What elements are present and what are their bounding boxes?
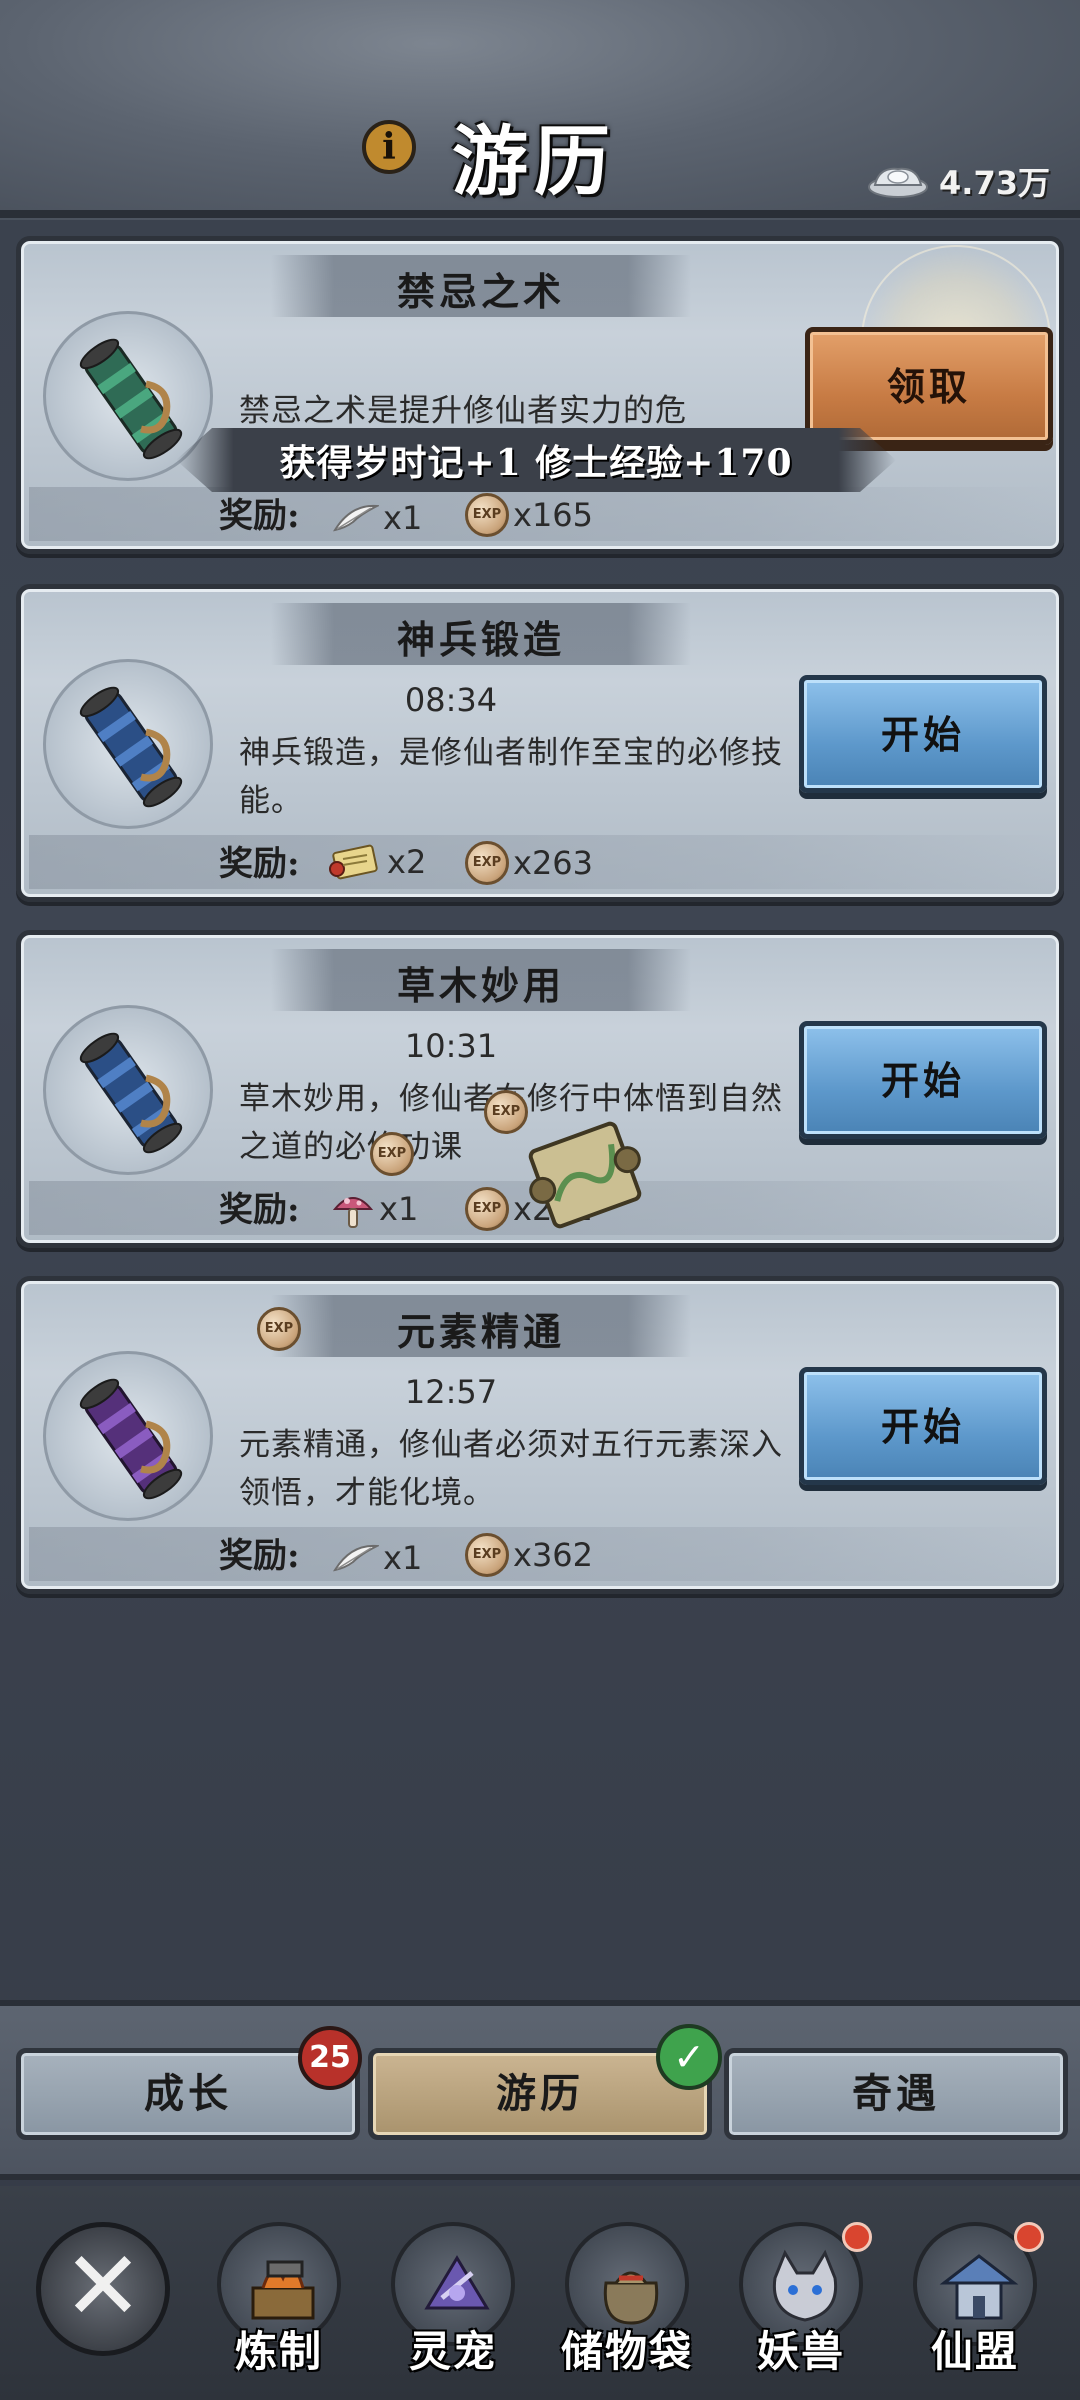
quest-title: 禁忌之术 bbox=[396, 269, 565, 314]
info-icon[interactable]: i bbox=[362, 120, 416, 174]
quest-title: 神兵锻造 bbox=[396, 617, 565, 662]
currency-display: 4.73万 bbox=[867, 158, 1050, 204]
reward-count: x1 bbox=[383, 499, 423, 537]
check-icon: ✓ bbox=[656, 2024, 722, 2090]
reward-label: 奖励: bbox=[219, 496, 300, 536]
silver-ingot-icon bbox=[868, 167, 929, 198]
quest-timer: 10:31 bbox=[404, 1027, 498, 1065]
reward-item: x1 bbox=[331, 1539, 422, 1577]
reward-item: EXP x165 bbox=[465, 493, 593, 537]
reward-item: EXP x263 bbox=[465, 841, 593, 885]
reward-item: EXP x362 bbox=[465, 1533, 593, 1577]
reward-count: x165 bbox=[513, 496, 594, 534]
reward-item: x1 bbox=[331, 499, 422, 537]
quest-scroll-icon bbox=[43, 659, 213, 829]
nav-label: 储物袋 bbox=[560, 2327, 693, 2376]
exp-icon: EXP bbox=[257, 1307, 301, 1351]
exp-icon: EXP bbox=[465, 1187, 509, 1231]
feather-icon bbox=[332, 1544, 379, 1572]
mushroom-icon bbox=[332, 1197, 374, 1228]
currency-value: 4.73万 bbox=[939, 164, 1050, 202]
header-divider bbox=[0, 210, 1080, 218]
quest-timer: 08:34 bbox=[404, 681, 498, 719]
nav-item-spirit-pet[interactable]: 灵宠 bbox=[378, 2222, 528, 2392]
reward-label: 奖励: bbox=[219, 844, 300, 884]
reward-label: 奖励: bbox=[219, 1536, 300, 1576]
quest-card: 禁忌之术 禁忌之术是提升修仙者实力的危 领取 奖励: x1 EXP x165 bbox=[16, 236, 1064, 554]
start-button[interactable]: 开始 bbox=[799, 1367, 1047, 1485]
quest-description: 神兵锻造，是修仙者制作至宝的必修技能。 bbox=[239, 735, 783, 819]
exp-icon: EXP bbox=[465, 841, 509, 885]
nav-item-storage-bag[interactable]: 储物袋 bbox=[552, 2222, 702, 2392]
exp-icon: EXP bbox=[465, 493, 509, 537]
reward-item: x1 bbox=[331, 1187, 418, 1231]
floating-scroll-map-icon bbox=[528, 1121, 642, 1229]
quest-card: 神兵锻造 08:34 神兵锻造，是修仙者制作至宝的必修技能。 开始 奖励: x2… bbox=[16, 584, 1064, 902]
reward-count: x263 bbox=[513, 844, 594, 882]
page-title: 游历 bbox=[452, 117, 616, 206]
start-button[interactable]: 开始 bbox=[799, 1021, 1047, 1139]
nav-item-forge[interactable]: 炼制 bbox=[204, 2222, 354, 2392]
quest-description: 禁忌之术是提升修仙者实力的危 bbox=[239, 393, 687, 429]
quest-title: 元素精通 bbox=[396, 1309, 565, 1354]
quest-description: 元素精通，修仙者必须对五行元素深入领悟，才能化境。 bbox=[239, 1427, 783, 1511]
nav-label: 仙盟 bbox=[930, 2327, 1019, 2376]
reward-toast-text: 获得岁时记+1 修士经验+170 bbox=[279, 442, 793, 484]
notification-count-badge: 25 bbox=[298, 2026, 362, 2090]
floating-exp-icon: EXP bbox=[257, 1307, 301, 1351]
reward-item: x2 bbox=[327, 839, 426, 885]
exp-icon: EXP bbox=[465, 1533, 509, 1577]
reward-count: x362 bbox=[513, 1536, 594, 1574]
quest-scroll-icon bbox=[43, 1351, 213, 1521]
feather-icon bbox=[332, 504, 379, 532]
notification-dot bbox=[842, 2222, 872, 2252]
claim-button[interactable]: 领取 bbox=[805, 327, 1053, 445]
notification-dot bbox=[1014, 2222, 1044, 2252]
reward-count: x1 bbox=[379, 1190, 419, 1228]
start-button[interactable]: 开始 bbox=[799, 675, 1047, 793]
quest-title: 草木妙用 bbox=[396, 963, 565, 1008]
nav-label: 炼制 bbox=[234, 2327, 323, 2376]
reward-count: x2 bbox=[387, 843, 427, 881]
reward-count: x1 bbox=[383, 1539, 423, 1577]
nav-label: 灵宠 bbox=[408, 2327, 497, 2376]
nav-label: 妖兽 bbox=[756, 2327, 845, 2376]
quest-card: 元素精通 12:57 EXP 元素精通，修仙者必须对五行元素深入领悟，才能化境。… bbox=[16, 1276, 1064, 1594]
quest-timer: 12:57 bbox=[404, 1373, 498, 1411]
exp-icon: EXP bbox=[370, 1132, 414, 1176]
tab-encounter[interactable]: 奇遇 bbox=[724, 2048, 1068, 2140]
close-icon[interactable]: ✕ bbox=[36, 2222, 170, 2356]
scroll-item-icon bbox=[329, 844, 378, 880]
quest-scroll-icon bbox=[43, 1005, 213, 1175]
reward-label: 奖励: bbox=[219, 1190, 300, 1230]
floating-exp-icon: EXP bbox=[370, 1132, 414, 1176]
